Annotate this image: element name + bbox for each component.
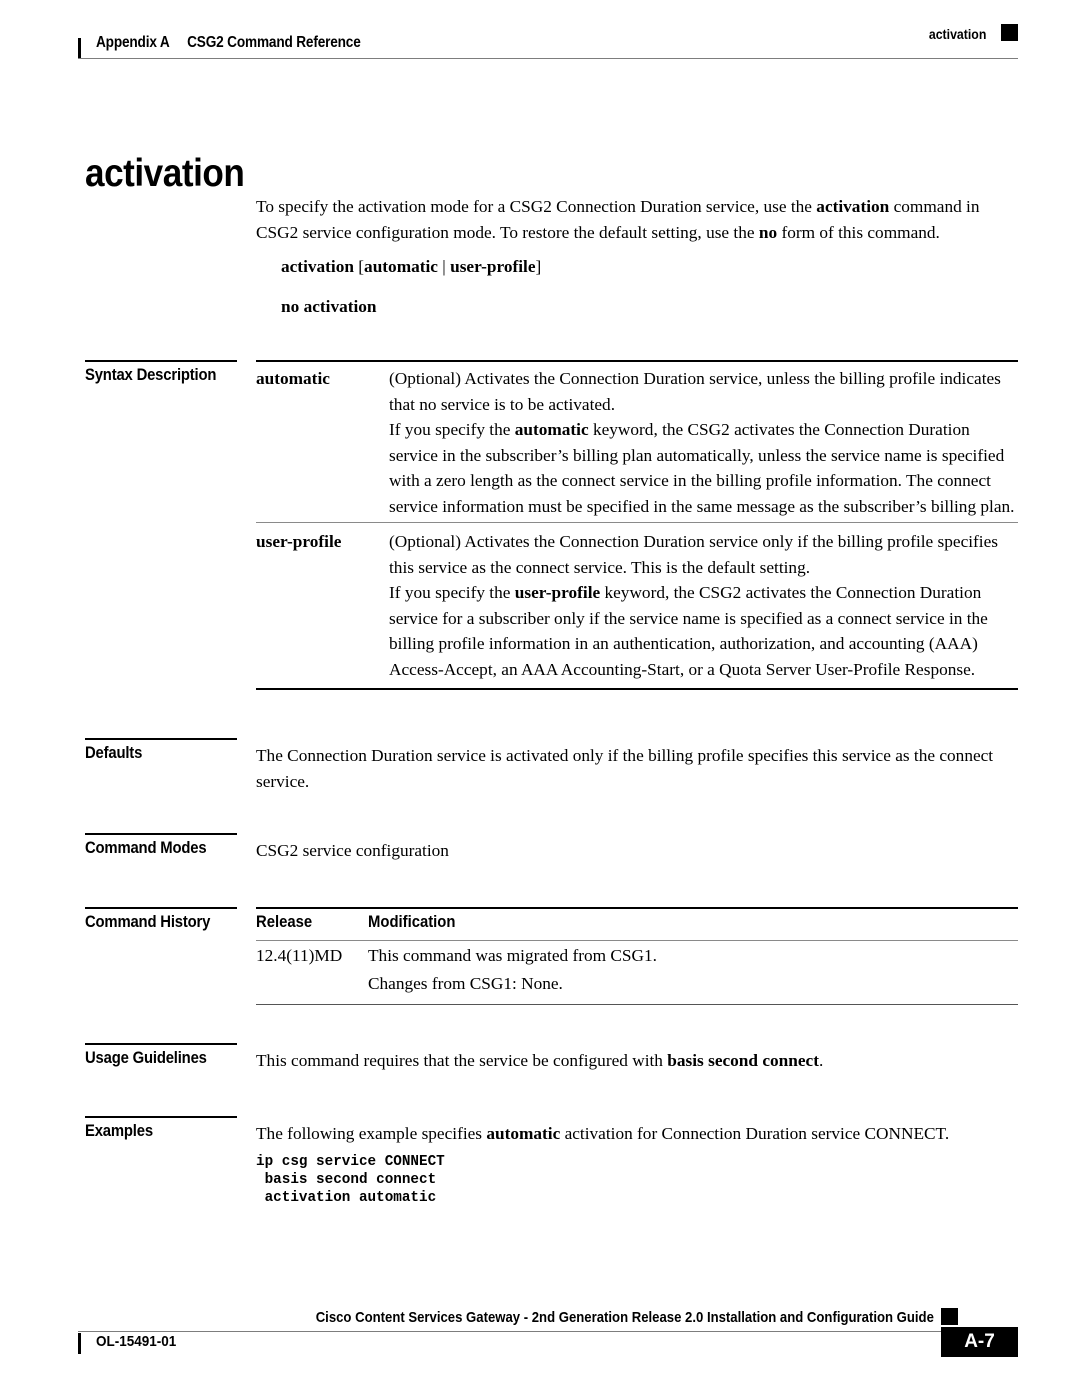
footer-thumb-square-icon	[941, 1308, 958, 1325]
syntax-table-mid-rule	[256, 522, 1018, 523]
syntax-def-automatic-p2: If you specify the automatic keyword, th…	[389, 420, 1015, 516]
footer-document-id: OL-15491-01	[96, 1333, 177, 1350]
syntax-table-bottom-rule	[256, 688, 1018, 690]
command-description: To specify the activation mode for a CSG…	[256, 194, 1018, 245]
examples-label-rule	[85, 1116, 237, 1118]
syntax-keyword-automatic: automatic	[364, 257, 438, 276]
page-title: activation	[85, 152, 245, 196]
syntax-def-user-profile-p1: (Optional) Activates the Connection Dura…	[389, 532, 999, 577]
footer-page-number: A-7	[941, 1327, 1018, 1357]
section-label-examples: Examples	[85, 1122, 153, 1140]
usage-text-before: This command requires that the service b…	[256, 1051, 668, 1070]
header-command-marker: activation	[928, 26, 986, 42]
history-table-top-rule	[256, 907, 1018, 909]
section-label-usage-guidelines: Usage Guidelines	[85, 1049, 207, 1067]
syntax-term-automatic: automatic	[256, 369, 330, 388]
syntax-bracket-close: ]	[535, 257, 542, 276]
inline-bold-user-profile: user-profile	[514, 583, 601, 602]
inline-bold-automatic: automatic	[514, 420, 589, 439]
desc-bold-no: no	[758, 222, 778, 242]
syntax-def-automatic-p1: (Optional) Activates the Connection Dura…	[389, 369, 1001, 414]
syntax-keyword-user-profile: user-profile	[450, 257, 536, 276]
command-history-label-rule	[85, 907, 237, 909]
command-modes-text: CSG2 service configuration	[256, 841, 449, 860]
history-table-header-rule	[256, 940, 1018, 941]
command-syntax-line: activation [automatic | user-profile]	[281, 254, 541, 279]
header-breadcrumb: Appendix A CSG2 Command Reference	[96, 34, 361, 52]
defaults-text: The Connection Duration service is activ…	[256, 746, 994, 791]
history-row-release-0: 12.4(11)MD	[256, 946, 343, 965]
syntax-bracket-open: [	[353, 257, 365, 276]
footer-rule	[78, 1331, 941, 1332]
history-row-modification-0: This command was migrated from CSG1.	[368, 946, 657, 965]
section-label-syntax-description: Syntax Description	[85, 366, 217, 384]
running-header: Appendix A CSG2 Command Reference	[78, 34, 1018, 60]
header-appendix-label: Appendix A	[96, 34, 170, 51]
footer-edge-tick	[78, 1333, 81, 1354]
section-label-command-history: Command History	[85, 913, 211, 931]
header-rule	[78, 58, 1018, 59]
defaults-label-rule	[85, 738, 237, 740]
history-column-header-release: Release	[256, 913, 313, 931]
syntax-description-label-rule	[85, 360, 237, 362]
document-page: Appendix A CSG2 Command Reference activat…	[0, 0, 1080, 1397]
header-thumb-square-icon	[1001, 24, 1018, 41]
command-modes-label-rule	[85, 833, 237, 835]
desc-text-3: form of this command.	[777, 222, 940, 242]
usage-text-bold: basis second connect	[667, 1051, 819, 1070]
section-label-defaults: Defaults	[85, 744, 143, 762]
syntax-pipe: |	[437, 257, 451, 276]
syntax-def-user-profile-p2: If you specify the user-profile keyword,…	[389, 583, 988, 679]
examples-intro-bold: automatic	[486, 1124, 561, 1143]
desc-bold-activation: activation	[816, 197, 890, 216]
header-chapter-title: CSG2 Command Reference	[187, 34, 361, 51]
history-column-header-modification: Modification	[368, 913, 456, 931]
header-edge-tick	[78, 38, 81, 59]
usage-guidelines-text: This command requires that the service b…	[256, 1048, 1018, 1074]
syntax-table-top-rule	[256, 360, 1018, 362]
syntax-command-name: activation	[281, 257, 354, 276]
history-table-bottom-rule	[256, 1004, 1018, 1005]
footer-guide-title: Cisco Content Services Gateway - 2nd Gen…	[315, 1310, 934, 1326]
desc-text-1: To specify the activation mode for a CSG…	[256, 197, 817, 216]
usage-text-after: .	[818, 1051, 824, 1070]
examples-intro-before: The following example specifies	[256, 1124, 487, 1143]
section-label-command-modes: Command Modes	[85, 839, 207, 857]
syntax-term-user-profile: user-profile	[256, 532, 342, 551]
example-code-block: ip csg service CONNECT basis second conn…	[256, 1154, 445, 1207]
usage-guidelines-label-rule	[85, 1043, 237, 1045]
command-no-form: no activation	[281, 297, 377, 316]
examples-intro-after: activation for Connection Duration servi…	[560, 1124, 950, 1143]
history-row-modification-1: Changes from CSG1: None.	[368, 974, 563, 993]
examples-intro-text: The following example specifies automati…	[256, 1121, 1018, 1147]
